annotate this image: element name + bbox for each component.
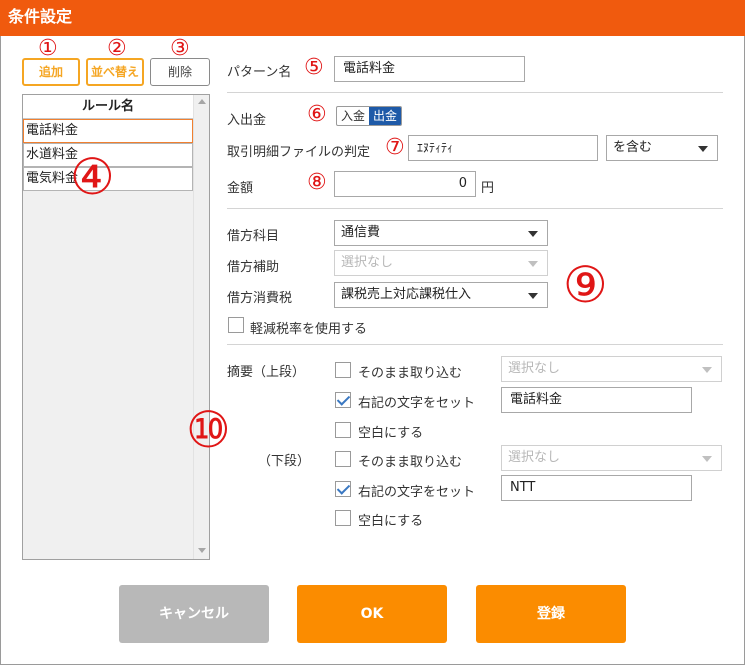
- window-title: 条件設定: [8, 7, 73, 26]
- delete-button[interactable]: 削除: [150, 58, 210, 86]
- lower-import-label: そのまま取り込む: [358, 455, 463, 470]
- pattern-name-input[interactable]: 電話料金: [334, 56, 525, 82]
- upper-set-text-checkbox[interactable]: [335, 392, 351, 408]
- debit-account-label: 借方科目: [227, 229, 280, 244]
- add-button[interactable]: 追加: [22, 58, 80, 86]
- rule-list-header: ルール名: [23, 95, 193, 119]
- scroll-down-icon[interactable]: [198, 548, 206, 553]
- match-condition-select[interactable]: を含む: [606, 135, 718, 161]
- debit-account-value: 通信費: [341, 225, 381, 240]
- divider: [227, 92, 723, 93]
- statement-keyword-input[interactable]: ｴﾇﾃｨﾃｨ: [408, 135, 598, 161]
- lower-set-text-input[interactable]: NTT: [501, 475, 692, 501]
- annotation-4: ④: [70, 148, 115, 206]
- lower-blank-checkbox[interactable]: [335, 510, 351, 526]
- inout-toggle[interactable]: 入金 出金: [336, 106, 403, 126]
- annotation-3: ③: [170, 36, 190, 61]
- reduced-tax-checkbox[interactable]: [228, 317, 244, 333]
- annotation-8: ⑧: [307, 170, 327, 195]
- annotation-1: ①: [38, 36, 58, 61]
- withdrawal-option[interactable]: 出金: [369, 107, 402, 125]
- register-button[interactable]: 登録: [476, 585, 626, 643]
- rule-list-item[interactable]: 電話料金: [23, 119, 193, 143]
- debit-sub-value: 選択なし: [341, 255, 394, 270]
- debit-tax-select[interactable]: 課税売上対応課税仕入: [334, 282, 548, 308]
- divider: [227, 344, 723, 345]
- upper-set-text-label: 右記の文字をセット: [358, 396, 476, 411]
- rule-list[interactable]: ルール名 電話料金 水道料金 電気料金: [22, 94, 210, 560]
- chevron-down-icon: [702, 456, 712, 462]
- debit-tax-label: 借方消費税: [227, 291, 293, 306]
- chevron-down-icon: [528, 231, 538, 237]
- lower-set-text-checkbox[interactable]: [335, 481, 351, 497]
- divider: [227, 208, 723, 209]
- annotation-10: ⑩: [186, 401, 231, 459]
- match-condition-value: を含む: [613, 140, 653, 155]
- chevron-down-icon: [702, 367, 712, 373]
- upper-import-select[interactable]: 選択なし: [501, 356, 722, 382]
- summary-upper-label: 摘要（上段）: [227, 365, 306, 380]
- debit-tax-value: 課税売上対応課税仕入: [341, 287, 472, 302]
- pattern-name-label: パターン名: [227, 65, 292, 80]
- upper-set-text-input[interactable]: 電話料金: [501, 387, 692, 413]
- amount-label: 金額: [227, 181, 254, 196]
- title-bar: 条件設定: [0, 0, 745, 36]
- lower-import-select[interactable]: 選択なし: [501, 445, 722, 471]
- sort-button[interactable]: 並べ替え: [86, 58, 144, 86]
- debit-sub-select[interactable]: 選択なし: [334, 250, 548, 276]
- annotation-5: ⑤: [304, 55, 324, 80]
- upper-blank-label: 空白にする: [358, 426, 424, 441]
- annotation-6: ⑥: [307, 102, 327, 127]
- lower-blank-label: 空白にする: [358, 514, 424, 529]
- chevron-down-icon: [698, 146, 708, 152]
- upper-import-checkbox[interactable]: [335, 362, 351, 378]
- rule-list-scrollbar[interactable]: [193, 95, 209, 559]
- amount-unit: 円: [481, 181, 495, 196]
- inout-label: 入出金: [227, 113, 267, 128]
- deposit-option[interactable]: 入金: [337, 107, 369, 125]
- cancel-button[interactable]: キャンセル: [119, 585, 269, 643]
- lower-import-checkbox[interactable]: [335, 451, 351, 467]
- amount-input[interactable]: 0: [334, 171, 476, 197]
- annotation-2: ②: [107, 36, 127, 61]
- annotation-7: ⑦: [385, 135, 405, 160]
- upper-import-value: 選択なし: [508, 361, 561, 376]
- chevron-down-icon: [528, 293, 538, 299]
- lower-set-text-label: 右記の文字をセット: [358, 485, 476, 500]
- annotation-9: ⑨: [563, 256, 608, 314]
- debit-account-select[interactable]: 通信費: [334, 220, 548, 246]
- upper-blank-checkbox[interactable]: [335, 422, 351, 438]
- debit-sub-label: 借方補助: [227, 260, 280, 275]
- reduced-tax-label: 軽減税率を使用する: [250, 322, 368, 337]
- upper-import-label: そのまま取り込む: [358, 366, 463, 381]
- chevron-down-icon: [528, 261, 538, 267]
- summary-lower-label: （下段）: [258, 454, 311, 469]
- statement-judgment-label: 取引明細ファイルの判定: [227, 145, 371, 160]
- scroll-up-icon[interactable]: [198, 99, 206, 104]
- ok-button[interactable]: OK: [297, 585, 447, 643]
- lower-import-value: 選択なし: [508, 450, 561, 465]
